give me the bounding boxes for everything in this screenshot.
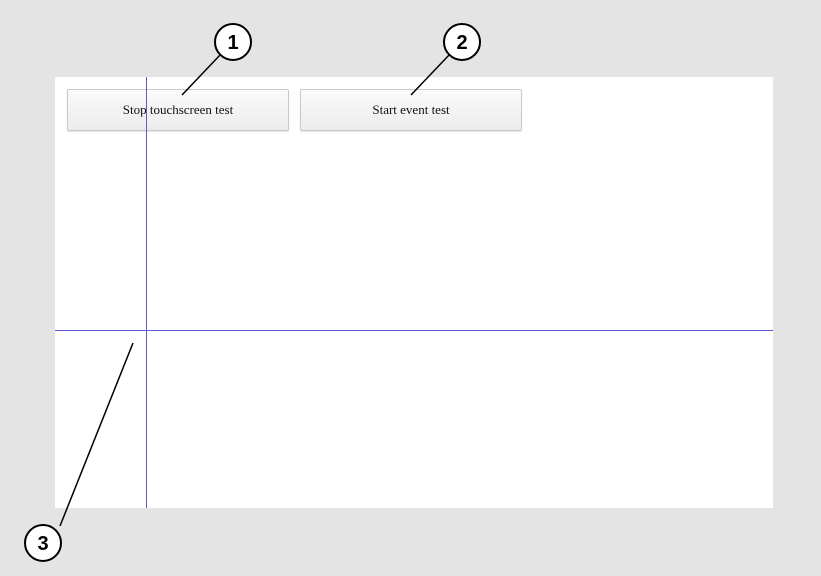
- stop-touchscreen-test-button[interactable]: Stop touchscreen test: [67, 89, 289, 131]
- callout-number-2: 2: [456, 32, 467, 54]
- callout-number-3: 3: [37, 533, 48, 555]
- touchscreen-test-area[interactable]: Stop touchscreen test Start event test: [55, 77, 773, 508]
- start-event-test-button[interactable]: Start event test: [300, 89, 522, 131]
- callout-number-1: 1: [227, 32, 238, 54]
- crosshair-vertical-line: [146, 77, 147, 508]
- crosshair-horizontal-line: [55, 330, 773, 331]
